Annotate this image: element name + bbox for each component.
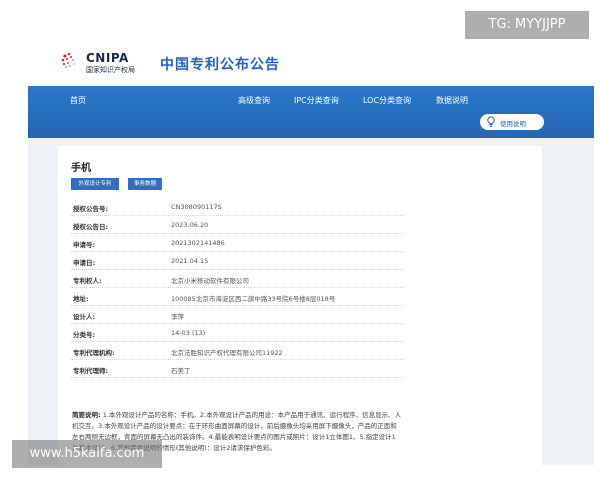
field-row: 授权公告号: CN308090117S bbox=[71, 198, 403, 216]
field-row: 专利代理师: 石美丁 bbox=[71, 360, 403, 378]
field-row: 设计人: 李萍 bbox=[71, 306, 403, 324]
field-value: 北京法胜知识产权代理有限公司11922 bbox=[171, 349, 283, 357]
field-value: 石美丁 bbox=[171, 367, 191, 375]
nav-item-ipc-search[interactable]: IPC分类查询 bbox=[294, 95, 339, 106]
main-nav: 首页 高级查询 IPC分类查询 LOC分类查询 数据说明 使用说明 bbox=[28, 86, 594, 138]
patent-detail-card: 手机 外观设计专利 事务数据 授权公告号: CN308090117S 授权公告日… bbox=[58, 146, 542, 465]
field-row: 分类号: 14-03 (13) bbox=[71, 324, 403, 342]
field-label: 专利代理机构: bbox=[73, 349, 115, 357]
site-title[interactable]: 中国专利公布公告 bbox=[160, 54, 280, 74]
field-label: 分类号: bbox=[73, 331, 96, 339]
field-value: 2023.06.20 bbox=[171, 221, 209, 229]
field-row: 专利代理机构: 北京法胜知识产权代理有限公司11922 bbox=[71, 342, 403, 360]
field-label: 专利代理师: bbox=[73, 367, 109, 375]
field-label: 专利权人: bbox=[73, 277, 102, 285]
browser-viewport: CNIPA 国家知识产权局 中国专利公布公告 首页 高级查询 IPC分类查询 L… bbox=[28, 40, 594, 465]
field-value: 李萍 bbox=[171, 313, 184, 321]
nav-item-data-notes[interactable]: 数据说明 bbox=[436, 95, 468, 106]
logo-en-text: CNIPA bbox=[86, 51, 129, 65]
field-label: 授权公告日: bbox=[73, 223, 109, 231]
usage-guide-label: 使用说明 bbox=[500, 120, 526, 128]
field-label: 申请号: bbox=[73, 241, 96, 249]
nav-item-loc-search[interactable]: LOC分类查询 bbox=[363, 95, 411, 106]
patent-title: 手机 bbox=[71, 163, 91, 174]
field-value: CN308090117S bbox=[171, 203, 222, 211]
logo-cn-text: 国家知识产权局 bbox=[86, 66, 135, 74]
field-value: 北京小米移动软件有限公司 bbox=[171, 277, 249, 285]
field-label: 设计人: bbox=[73, 313, 96, 321]
cnipa-logo-icon bbox=[61, 52, 75, 68]
field-value: 2021302141486 bbox=[171, 239, 225, 247]
field-row: 申请日: 2021.04.15 bbox=[71, 252, 403, 270]
field-row: 授权公告日: 2023.06.20 bbox=[71, 216, 403, 234]
field-value: 100085北京市海淀区西二旗中路33号院6号楼8层018号 bbox=[171, 295, 336, 303]
usage-guide-button[interactable]: 使用说明 bbox=[480, 114, 544, 130]
site-header: CNIPA 国家知识产权局 中国专利公布公告 bbox=[28, 40, 594, 86]
watermark-tg: TG: MYYJJPP bbox=[465, 11, 589, 39]
cnipa-logo[interactable]: CNIPA 国家知识产权局 bbox=[60, 50, 152, 76]
brief-label: 简要说明: bbox=[72, 411, 101, 419]
field-label: 申请日: bbox=[73, 259, 96, 267]
field-label: 授权公告号: bbox=[73, 205, 109, 213]
tag-design-patent[interactable]: 外观设计专利 bbox=[71, 178, 119, 190]
field-row: 申请号: 2021302141486 bbox=[71, 234, 403, 252]
field-row: 专利权人: 北京小米移动软件有限公司 bbox=[71, 270, 403, 288]
tag-transaction-data[interactable]: 事务数据 bbox=[128, 178, 162, 190]
watermark-site: www.h5kaifa.com bbox=[12, 440, 162, 468]
lightbulb-icon bbox=[487, 116, 495, 127]
field-value: 14-03 (13) bbox=[171, 329, 206, 337]
photo-frame: CNIPA 国家知识产权局 中国专利公布公告 首页 高级查询 IPC分类查询 L… bbox=[0, 0, 600, 480]
nav-item-advanced-search[interactable]: 高级查询 bbox=[238, 95, 270, 106]
field-row: 地址: 100085北京市海淀区西二旗中路33号院6号楼8层018号 bbox=[71, 288, 403, 306]
field-label: 地址: bbox=[73, 295, 89, 303]
nav-item-home[interactable]: 首页 bbox=[70, 95, 86, 106]
field-value: 2021.04.15 bbox=[171, 257, 209, 265]
